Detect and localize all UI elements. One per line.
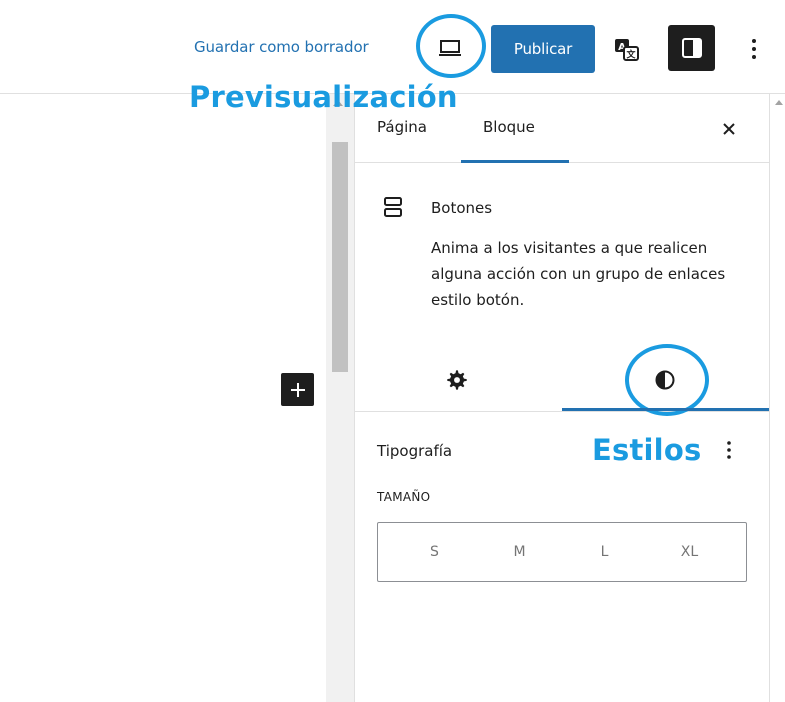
font-size-label: TAMAÑO [377,490,431,504]
scroll-thumb[interactable] [332,142,348,372]
buttons-block-icon [384,197,402,217]
block-inspector-tabs [355,336,769,416]
sidebar-scroll-up-arrow-icon[interactable] [775,100,783,105]
size-option-s[interactable]: S [415,544,455,560]
preview-button[interactable] [430,30,470,66]
settings-toggle-button[interactable] [668,25,715,71]
active-subtab-indicator [562,408,769,411]
save-draft-button[interactable]: Guardar como borrador [194,38,369,56]
tab-block-settings[interactable] [443,366,471,394]
svg-text:文: 文 [625,49,636,61]
sidebar-toggle-icon [681,38,702,58]
typography-panel-title: Tipografía [377,442,453,460]
size-option-xl[interactable]: XL [670,544,710,560]
tab-block[interactable]: Bloque [483,118,535,136]
font-size-picker: S M L XL [377,522,747,582]
more-vertical-icon [727,441,731,459]
translate-icon: A 文 [615,39,639,61]
more-options-button[interactable] [742,32,766,66]
styles-annotation-label: Estilos [592,433,702,467]
publish-button[interactable]: Publicar [491,25,595,73]
desktop-preview-icon [439,40,461,56]
size-option-m[interactable]: M [500,544,540,560]
translate-button[interactable]: A 文 [608,31,646,67]
block-description: Anima a los visitantes a que realicen al… [431,239,726,309]
typography-options-button[interactable] [717,436,741,464]
block-card: Botones Anima a los visitantes a que rea… [355,163,769,333]
add-block-button[interactable] [281,373,314,406]
size-option-l[interactable]: L [585,544,625,560]
tab-block-styles[interactable] [651,366,679,394]
block-title: Botones [431,199,493,217]
close-sidebar-button[interactable] [711,112,747,146]
canvas-scrollbar[interactable] [326,94,354,702]
more-vertical-icon [752,39,756,59]
contrast-icon [655,370,675,390]
preview-annotation-label: Previsualización [189,80,458,114]
close-icon [723,123,735,135]
tab-page[interactable]: Página [377,118,427,136]
plus-icon [290,382,305,397]
settings-sidebar: Página Bloque Botones Anima a los visita… [354,94,770,702]
gear-icon [447,370,467,390]
